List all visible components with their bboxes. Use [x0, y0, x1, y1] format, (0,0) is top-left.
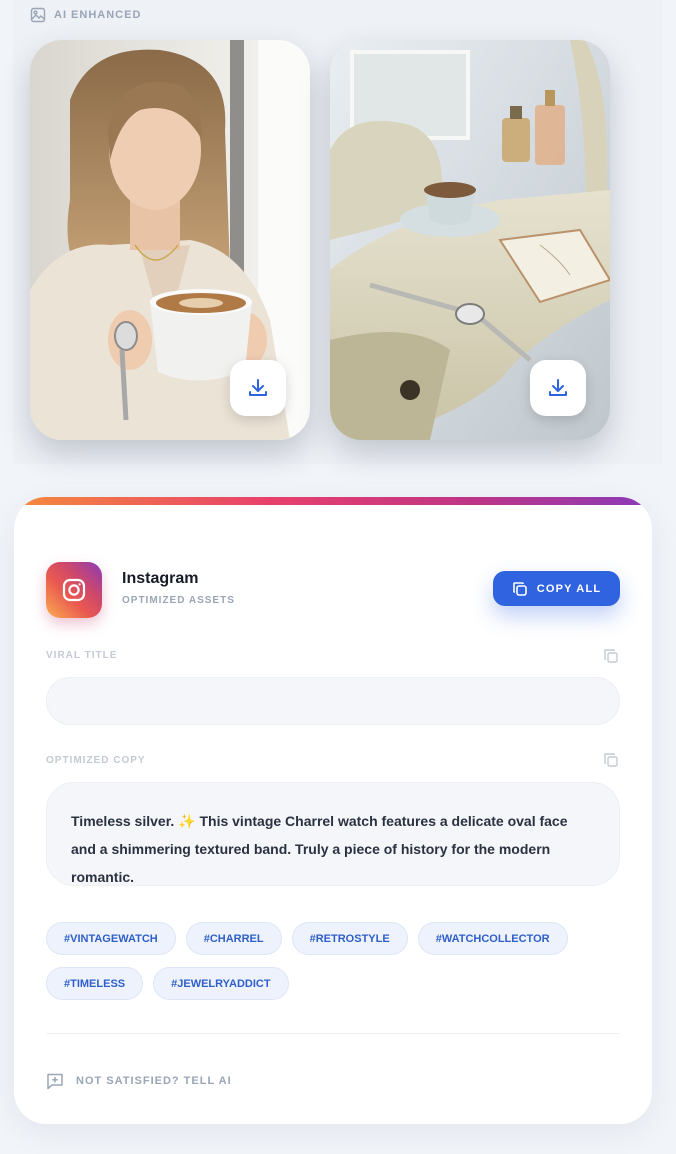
- copy-icon: [604, 753, 618, 767]
- copy-icon: [512, 581, 527, 596]
- download-icon: [249, 379, 267, 396]
- section-label-text: AI ENHANCED: [54, 9, 142, 21]
- copy-text-button[interactable]: [603, 752, 621, 770]
- download-icon: [549, 379, 567, 396]
- platform-name: Instagram: [122, 570, 199, 587]
- optimized-copy-field[interactable]: Timeless silver. ✨ This vintage Charrel …: [46, 782, 620, 886]
- instagram-logo-icon: [46, 562, 102, 618]
- hashtag-chip[interactable]: #JEWELRYADDICT: [153, 967, 289, 1000]
- hashtag-chip[interactable]: #TIMELESS: [46, 967, 144, 1000]
- message-plus-icon: [47, 1073, 63, 1090]
- instagram-assets-card: Instagram OPTIMIZED ASSETS COPY ALL VIRA…: [14, 497, 652, 1124]
- download-button[interactable]: [230, 360, 286, 416]
- image-icon: [30, 7, 46, 23]
- optimized-copy-label: OPTIMIZED COPY: [46, 755, 146, 766]
- hashtag-list: #VINTAGEWATCH #CHARREL #RETROSTYLE #WATC…: [46, 922, 620, 1000]
- feedback-label: NOT SATISFIED? TELL AI: [76, 1075, 232, 1087]
- copy-all-button[interactable]: COPY ALL: [493, 571, 620, 606]
- viral-title-field[interactable]: [46, 677, 620, 725]
- hashtag-chip[interactable]: #VINTAGEWATCH: [46, 922, 176, 955]
- platform-subtitle: OPTIMIZED ASSETS: [122, 595, 235, 606]
- copy-icon: [604, 649, 618, 663]
- download-button[interactable]: [530, 360, 586, 416]
- section-label: AI ENHANCED: [30, 7, 141, 23]
- copy-all-label: COPY ALL: [536, 582, 602, 595]
- hashtag-chip[interactable]: #CHARREL: [185, 922, 282, 955]
- enhanced-image-1[interactable]: [30, 40, 310, 440]
- hashtag-chip[interactable]: #WATCHCOLLECTOR: [417, 922, 568, 955]
- divider: [46, 1033, 620, 1034]
- feedback-button[interactable]: NOT SATISFIED? TELL AI: [46, 1072, 232, 1090]
- platform-accent-bar: [14, 497, 652, 505]
- copy-title-button[interactable]: [603, 648, 621, 666]
- viral-title-label: VIRAL TITLE: [46, 650, 118, 661]
- hashtag-chip[interactable]: #RETROSTYLE: [291, 922, 408, 955]
- ai-enhanced-gallery: AI ENHANCED: [13, 0, 663, 464]
- enhanced-image-2[interactable]: [330, 40, 610, 440]
